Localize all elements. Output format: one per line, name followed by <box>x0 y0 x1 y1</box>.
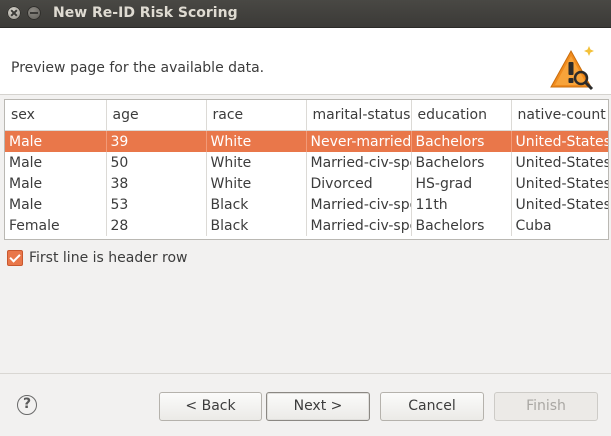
table-cell: HS-grad <box>411 173 512 194</box>
table-cell: United-States <box>511 152 608 173</box>
help-icon[interactable]: ? <box>17 395 37 415</box>
table-cell: White <box>206 130 307 152</box>
table-cell: 11th <box>411 194 512 215</box>
table-cell: 38 <box>106 173 207 194</box>
data-preview-table[interactable]: sex age race marital-status education na… <box>4 99 609 240</box>
column-header-native-country[interactable]: native-count <box>511 100 608 131</box>
header-row-checkbox-label: First line is header row <box>29 250 188 266</box>
column-header-marital-status[interactable]: marital-status <box>306 100 412 131</box>
warning-magnifier-icon <box>550 46 594 91</box>
table-row-selected[interactable]: Male 39 White Never-married Bachelors Un… <box>5 130 608 152</box>
table-cell: 53 <box>106 194 207 215</box>
window-title: New Re-ID Risk Scoring <box>53 5 238 21</box>
table-row[interactable]: Male 50 White Married-civ-spo Bachelors … <box>5 152 608 173</box>
table-cell: Male <box>5 130 107 152</box>
table-cell: White <box>206 173 307 194</box>
next-button[interactable]: Next > <box>266 392 370 421</box>
wizard-header: Preview page for the available data. <box>0 28 611 95</box>
table-cell: United-States <box>511 130 608 152</box>
cancel-button[interactable]: Cancel <box>380 392 484 421</box>
table-cell: Never-married <box>306 130 412 152</box>
table-cell: Married-civ-spo <box>306 215 412 236</box>
column-header-sex[interactable]: sex <box>5 100 107 131</box>
table-cell: 39 <box>106 130 207 152</box>
minimize-window-icon[interactable] <box>27 6 41 20</box>
table-row[interactable]: Male 53 Black Married-civ-spo 11th Unite… <box>5 194 608 215</box>
table-cell: Married-civ-spo <box>306 152 412 173</box>
table-cell: United-States <box>511 194 608 215</box>
table-cell: Male <box>5 173 107 194</box>
table-cell: Male <box>5 152 107 173</box>
table-cell: Bachelors <box>411 130 512 152</box>
table-cell: Bachelors <box>411 215 512 236</box>
close-window-icon[interactable] <box>7 6 21 20</box>
table-cell: Married-civ-spo <box>306 194 412 215</box>
table-cell: Bachelors <box>411 152 512 173</box>
header-row-option[interactable]: First line is header row <box>7 249 188 267</box>
table-cell: 28 <box>106 215 207 236</box>
table-cell: United-States <box>511 173 608 194</box>
table-cell: Black <box>206 194 307 215</box>
table-header-row: sex age race marital-status education na… <box>5 100 608 131</box>
table-cell: Divorced <box>306 173 412 194</box>
window-titlebar: New Re-ID Risk Scoring <box>0 0 611 28</box>
table-cell: Male <box>5 194 107 215</box>
table-cell: Cuba <box>511 215 608 236</box>
column-header-race[interactable]: race <box>206 100 307 131</box>
table-cell: White <box>206 152 307 173</box>
finish-button: Finish <box>494 392 598 421</box>
footer-divider <box>0 373 611 374</box>
back-button[interactable]: < Back <box>159 392 262 421</box>
column-header-age[interactable]: age <box>106 100 207 131</box>
table-cell: Female <box>5 215 107 236</box>
page-description: Preview page for the available data. <box>11 60 265 76</box>
header-row-checkbox[interactable] <box>7 250 23 266</box>
table-row[interactable]: Male 38 White Divorced HS-grad United-St… <box>5 173 608 194</box>
table-row[interactable]: Female 28 Black Married-civ-spo Bachelor… <box>5 215 608 236</box>
column-header-education[interactable]: education <box>411 100 512 131</box>
table-cell: 50 <box>106 152 207 173</box>
table-cell: Black <box>206 215 307 236</box>
